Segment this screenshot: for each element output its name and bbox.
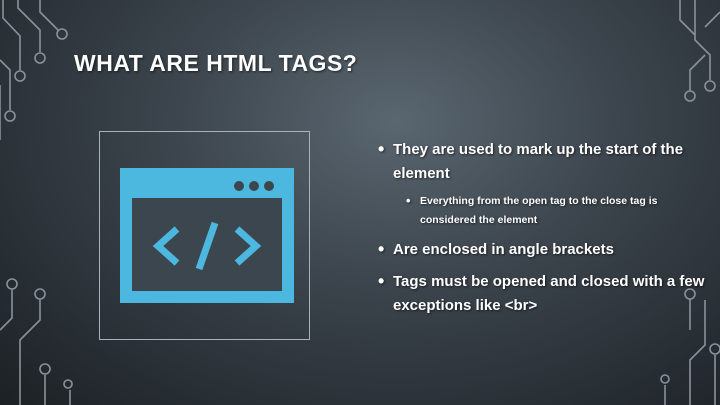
window-dot — [264, 181, 274, 191]
window-dot — [249, 181, 259, 191]
bullet-item: Tags must be opened and closed with a fe… — [378, 269, 708, 318]
bullet-item: They are used to mark up the start of th… — [378, 137, 708, 186]
slide-title: What are HTML Tags? — [74, 50, 358, 76]
code-window-icon — [120, 168, 294, 303]
sub-bullet-item: Everything from the open tag to the clos… — [378, 191, 708, 230]
bullet-list: They are used to mark up the start of th… — [378, 137, 708, 326]
bullet-item: Are enclosed in angle brackets — [378, 237, 708, 262]
window-dot — [234, 181, 244, 191]
